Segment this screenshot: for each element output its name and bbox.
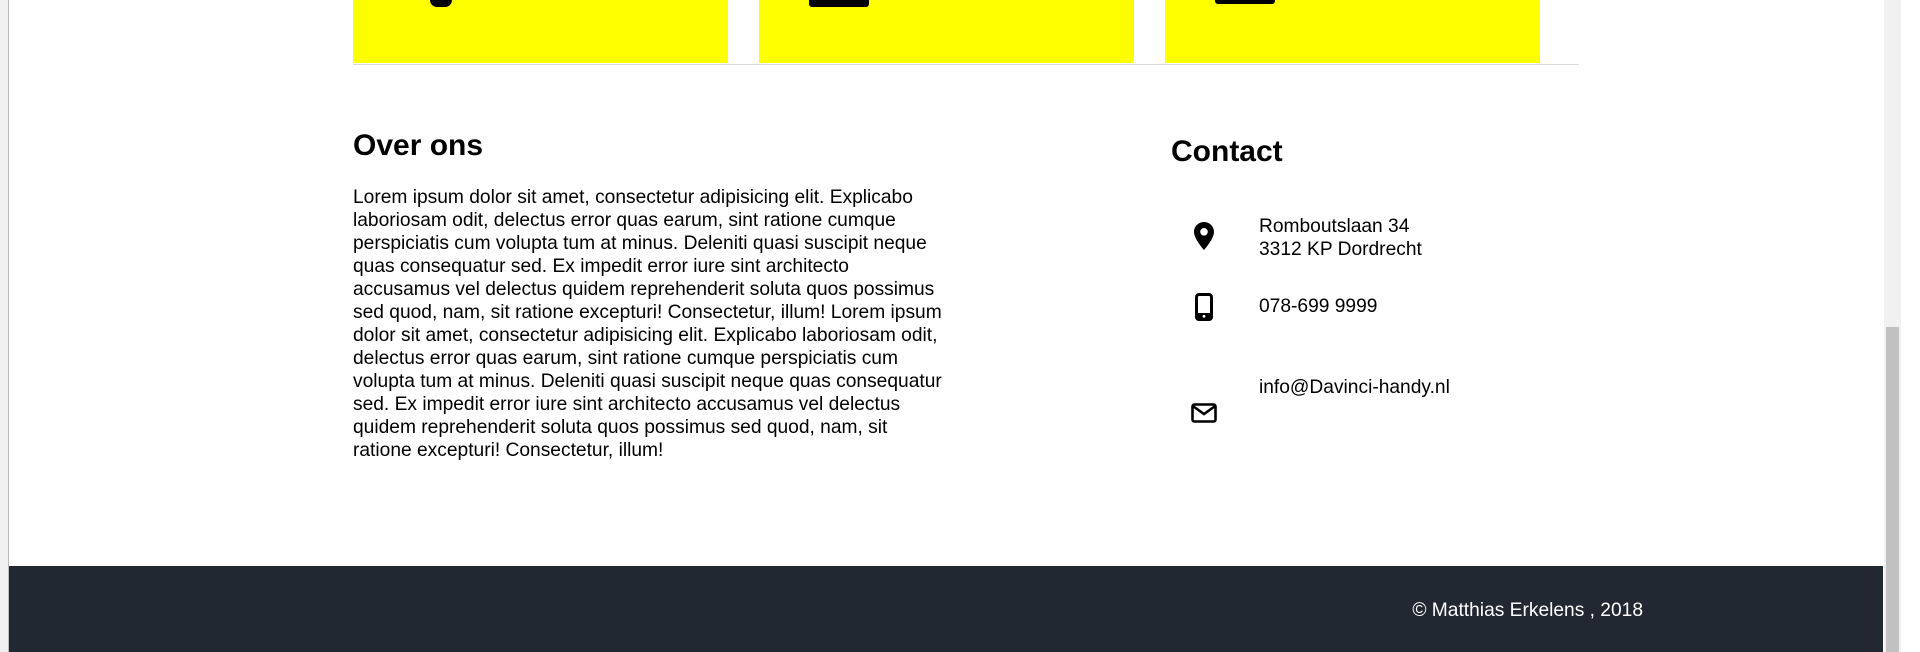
about-section: Over ons Lorem ipsum dolor sit amet, con… [353,126,945,462]
copyright-text: © Matthias Erkelens , 2018 [1412,600,1643,621]
email-link[interactable]: info@Davinci-handy.nl [1259,376,1450,399]
address-street: Romboutslaan 34 [1259,216,1410,237]
window-right-edge [1901,0,1920,652]
service-card-2-icon [809,0,869,7]
service-card-3-icon [1215,0,1275,4]
contact-section: Contact Romboutslaan 34 3312 KP Dordrech… [1171,132,1591,423]
page: Over ons Lorem ipsum dolor sit amet, con… [0,0,1920,652]
section-divider [353,64,1579,65]
service-card-3[interactable] [1165,0,1540,63]
envelope-icon [1189,398,1219,428]
address-text: Romboutslaan 34 3312 KP Dordrecht [1259,215,1422,261]
about-text: Lorem ipsum dolor sit amet, consectetur … [353,187,942,461]
vertical-scrollbar[interactable] [1884,0,1901,652]
map-marker-icon [1189,221,1219,251]
footer: © Matthias Erkelens , 2018 [9,566,1883,652]
window-left-edge [0,0,9,652]
mobile-phone-icon [1189,292,1219,322]
phone-text[interactable]: 078-699 9999 [1259,295,1377,318]
address-city: 3312 KP Dordrecht [1259,239,1422,260]
service-card-2[interactable] [759,0,1134,63]
contact-title: Contact [1171,135,1283,168]
service-card-1-icon [430,0,452,7]
service-card-1[interactable] [353,0,728,63]
scrollbar-thumb[interactable] [1886,327,1899,652]
about-title: Over ons [353,129,484,162]
